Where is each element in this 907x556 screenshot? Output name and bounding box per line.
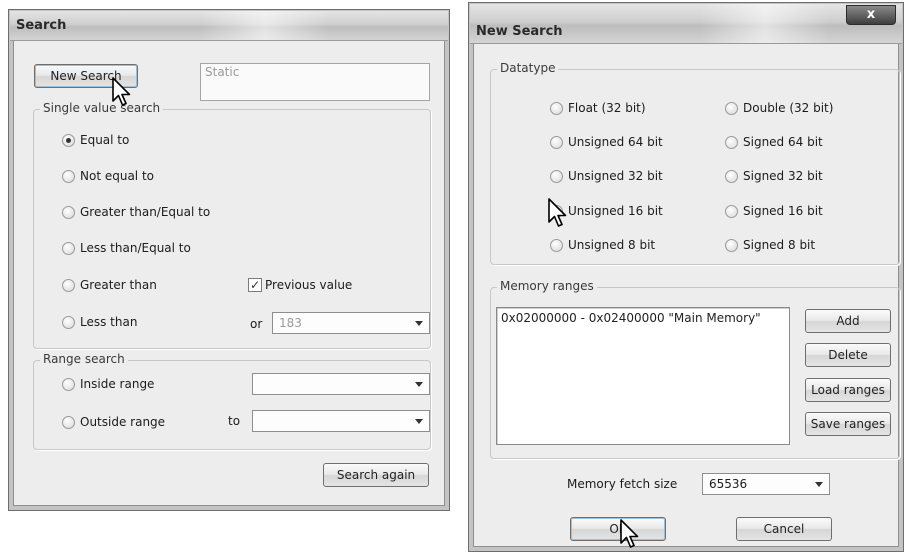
search-window-titlebar[interactable]: Search	[10, 11, 448, 41]
dropdown-arrow-icon	[415, 419, 423, 424]
datatype-signed64[interactable]: Signed 64 bit	[725, 135, 823, 149]
range-search-legend: Range search	[40, 352, 128, 366]
mouse-cursor-icon	[548, 198, 567, 227]
dropdown-arrow-icon	[415, 382, 423, 387]
datatype-label: Unsigned 8 bit	[568, 238, 656, 252]
radio-icon	[62, 205, 75, 219]
radio-icon	[550, 101, 563, 115]
mouse-cursor-icon	[620, 519, 639, 548]
radio-icon	[550, 238, 563, 252]
static-field[interactable]: Static	[200, 63, 430, 101]
option-label: Inside range	[80, 377, 155, 391]
datatype-double32[interactable]: Double (32 bit)	[725, 101, 833, 115]
datatype-label: Unsigned 64 bit	[568, 135, 663, 149]
option-less-than[interactable]: Less than	[62, 315, 137, 329]
save-ranges-button[interactable]: Save ranges	[805, 412, 891, 436]
option-less-equal[interactable]: Less than/Equal to	[62, 241, 191, 255]
datatype-legend: Datatype	[497, 61, 559, 75]
or-label: or	[250, 317, 263, 331]
radio-icon	[62, 169, 75, 183]
datatype-label: Signed 64 bit	[743, 135, 823, 149]
option-greater-equal[interactable]: Greater than/Equal to	[62, 205, 210, 219]
radio-icon	[725, 101, 738, 115]
memory-ranges-legend: Memory ranges	[497, 279, 597, 293]
checkmark-icon: ✓	[248, 278, 262, 292]
ok-button[interactable]: OK	[570, 517, 666, 541]
datatype-unsigned64[interactable]: Unsigned 64 bit	[550, 135, 663, 149]
datatype-group: Datatype	[490, 61, 900, 265]
radio-icon	[62, 241, 75, 255]
range-to-combo[interactable]	[252, 410, 430, 432]
radio-icon	[725, 135, 738, 149]
search-window: Search New Search Static Single value se…	[8, 9, 450, 511]
mouse-cursor-icon	[112, 77, 131, 106]
option-label: Greater than/Equal to	[80, 205, 211, 219]
window-title: New Search	[476, 24, 563, 39]
radio-icon	[550, 135, 563, 149]
to-label: to	[228, 414, 241, 428]
fetch-size-combo[interactable]: 65536	[702, 473, 830, 495]
fetch-size-label: Memory fetch size	[567, 477, 678, 491]
radio-icon	[62, 377, 75, 391]
search-again-button[interactable]: Search again	[323, 463, 429, 487]
datatype-label: Signed 8 bit	[743, 238, 816, 252]
memory-ranges-list[interactable]: 0x02000000 - 0x02400000 "Main Memory"	[496, 307, 790, 445]
new-search-window-titlebar[interactable]: New Search x	[470, 4, 902, 44]
radio-icon	[62, 315, 75, 329]
range-from-combo[interactable]	[252, 373, 430, 395]
add-button[interactable]: Add	[805, 309, 891, 333]
datatype-label: Float (32 bit)	[568, 101, 646, 115]
radio-icon	[725, 169, 738, 183]
option-not-equal-to[interactable]: Not equal to	[62, 169, 154, 183]
datatype-label: Unsigned 32 bit	[568, 169, 663, 183]
option-label: Outside range	[80, 415, 166, 429]
option-label: Equal to	[80, 133, 130, 147]
option-label: Less than/Equal to	[80, 241, 191, 255]
single-value-legend: Single value search	[40, 101, 164, 115]
titlebar-highlight	[700, 4, 830, 43]
window-title: Search	[16, 18, 67, 33]
new-search-window: New Search x Datatype Float (32 bit) Dou…	[468, 2, 904, 552]
datatype-signed16[interactable]: Signed 16 bit	[725, 204, 823, 218]
option-label: Not equal to	[80, 169, 154, 183]
radio-icon	[62, 415, 75, 429]
titlebar-highlight	[200, 11, 330, 40]
previous-value-checkbox[interactable]: ✓ Previous value	[248, 278, 352, 292]
option-outside-range[interactable]: Outside range	[62, 415, 165, 429]
datatype-label: Double (32 bit)	[743, 101, 834, 115]
datatype-label: Signed 32 bit	[743, 169, 823, 183]
option-greater-than[interactable]: Greater than	[62, 278, 157, 292]
delete-button[interactable]: Delete	[805, 343, 891, 367]
radio-icon	[550, 169, 563, 183]
radio-icon	[62, 278, 75, 292]
option-label: Less than	[80, 315, 138, 329]
option-label: Greater than	[80, 278, 157, 292]
radio-icon	[725, 204, 738, 218]
datatype-label: Signed 16 bit	[743, 204, 823, 218]
close-button[interactable]: x	[846, 5, 896, 25]
option-equal-to[interactable]: Equal to	[62, 133, 129, 147]
radio-icon	[725, 238, 738, 252]
datatype-unsigned8[interactable]: Unsigned 8 bit	[550, 238, 655, 252]
datatype-float32[interactable]: Float (32 bit)	[550, 101, 646, 115]
cancel-button[interactable]: Cancel	[736, 517, 832, 541]
datatype-unsigned32[interactable]: Unsigned 32 bit	[550, 169, 663, 183]
option-inside-range[interactable]: Inside range	[62, 377, 154, 391]
datatype-signed32[interactable]: Signed 32 bit	[725, 169, 823, 183]
fetch-size-value: 65536	[709, 477, 748, 491]
datatype-signed8[interactable]: Signed 8 bit	[725, 238, 815, 252]
list-item[interactable]: 0x02000000 - 0x02400000 "Main Memory"	[501, 311, 785, 325]
value-combo[interactable]: 183	[272, 312, 430, 334]
datatype-label: Unsigned 16 bit	[568, 204, 663, 218]
new-search-window-client: Datatype Float (32 bit) Double (32 bit) …	[474, 45, 900, 546]
search-window-client: New Search Static Single value search Eq…	[14, 42, 444, 505]
dropdown-arrow-icon	[815, 482, 823, 487]
close-icon: x	[866, 7, 876, 22]
value-combo-text: 183	[279, 316, 302, 330]
static-field-text: Static	[205, 65, 240, 79]
radio-icon	[62, 133, 75, 147]
dropdown-arrow-icon	[415, 321, 423, 326]
load-ranges-button[interactable]: Load ranges	[805, 378, 891, 402]
previous-value-label: Previous value	[265, 278, 353, 292]
